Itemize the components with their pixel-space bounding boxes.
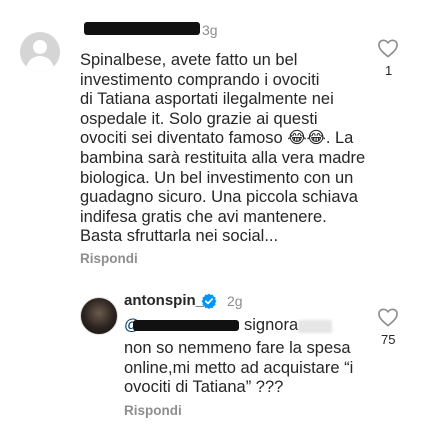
default-avatar-icon	[33, 40, 47, 54]
reply-author-avatar[interactable]	[80, 297, 118, 335]
heart-outline-icon	[378, 39, 398, 58]
comment-line: Basta sfruttarla nei social...	[80, 227, 279, 246]
reply-line: online,mi metto ad acquistare “i	[124, 358, 354, 377]
mention-suffix: signora	[244, 316, 299, 334]
like-count: 75	[381, 332, 396, 347]
comment-line: ovociti sei diventato famoso 😂😂. La	[80, 129, 354, 148]
comment-line: Spinalbese, avete fatto un bel	[80, 51, 298, 69]
comment-body: Spinalbese, avete fatto un bel investime…	[80, 51, 375, 247]
redacted-username	[84, 22, 200, 35]
comment-line: bambina sarà restituita alla vera madre	[80, 148, 366, 167]
heart-outline-icon	[378, 308, 398, 327]
like-count: 1	[385, 63, 393, 78]
reply-time: 2g	[227, 293, 243, 309]
commenter-avatar[interactable]	[20, 32, 60, 72]
reply-button[interactable]: Rispondi	[124, 403, 182, 418]
reply-line: ovociti di Tatiana” ???	[124, 378, 284, 397]
blurred-text	[298, 320, 332, 333]
mention-line: @ signora	[124, 316, 334, 338]
comment-line: ospedale it. Solo grazie ai questi	[80, 109, 318, 128]
like-button[interactable]	[377, 38, 399, 63]
redacted-mention[interactable]	[133, 320, 239, 331]
like-button[interactable]	[377, 307, 399, 332]
reply-body: non so nemmeno fare la spesa online,mi m…	[124, 339, 374, 398]
comment-line: indifesa gratis che avi mantenere.	[80, 207, 327, 226]
comment-line: di Tatiana asportati ilegalmente nei	[80, 90, 334, 109]
verified-badge-icon	[201, 293, 217, 309]
reply-line: non so nemmeno fare la spesa	[124, 339, 351, 357]
comment-time: 3g	[202, 22, 218, 38]
reply-username[interactable]: antonspin_	[124, 292, 204, 309]
reply-button[interactable]: Rispondi	[80, 251, 138, 266]
comment-line: investimento comprando i ovociti	[80, 70, 320, 89]
comment-line: guadagno sicuro. Una piccola schiava	[80, 188, 358, 207]
comment-line: biologica. Un bel investimento con un	[80, 168, 354, 187]
